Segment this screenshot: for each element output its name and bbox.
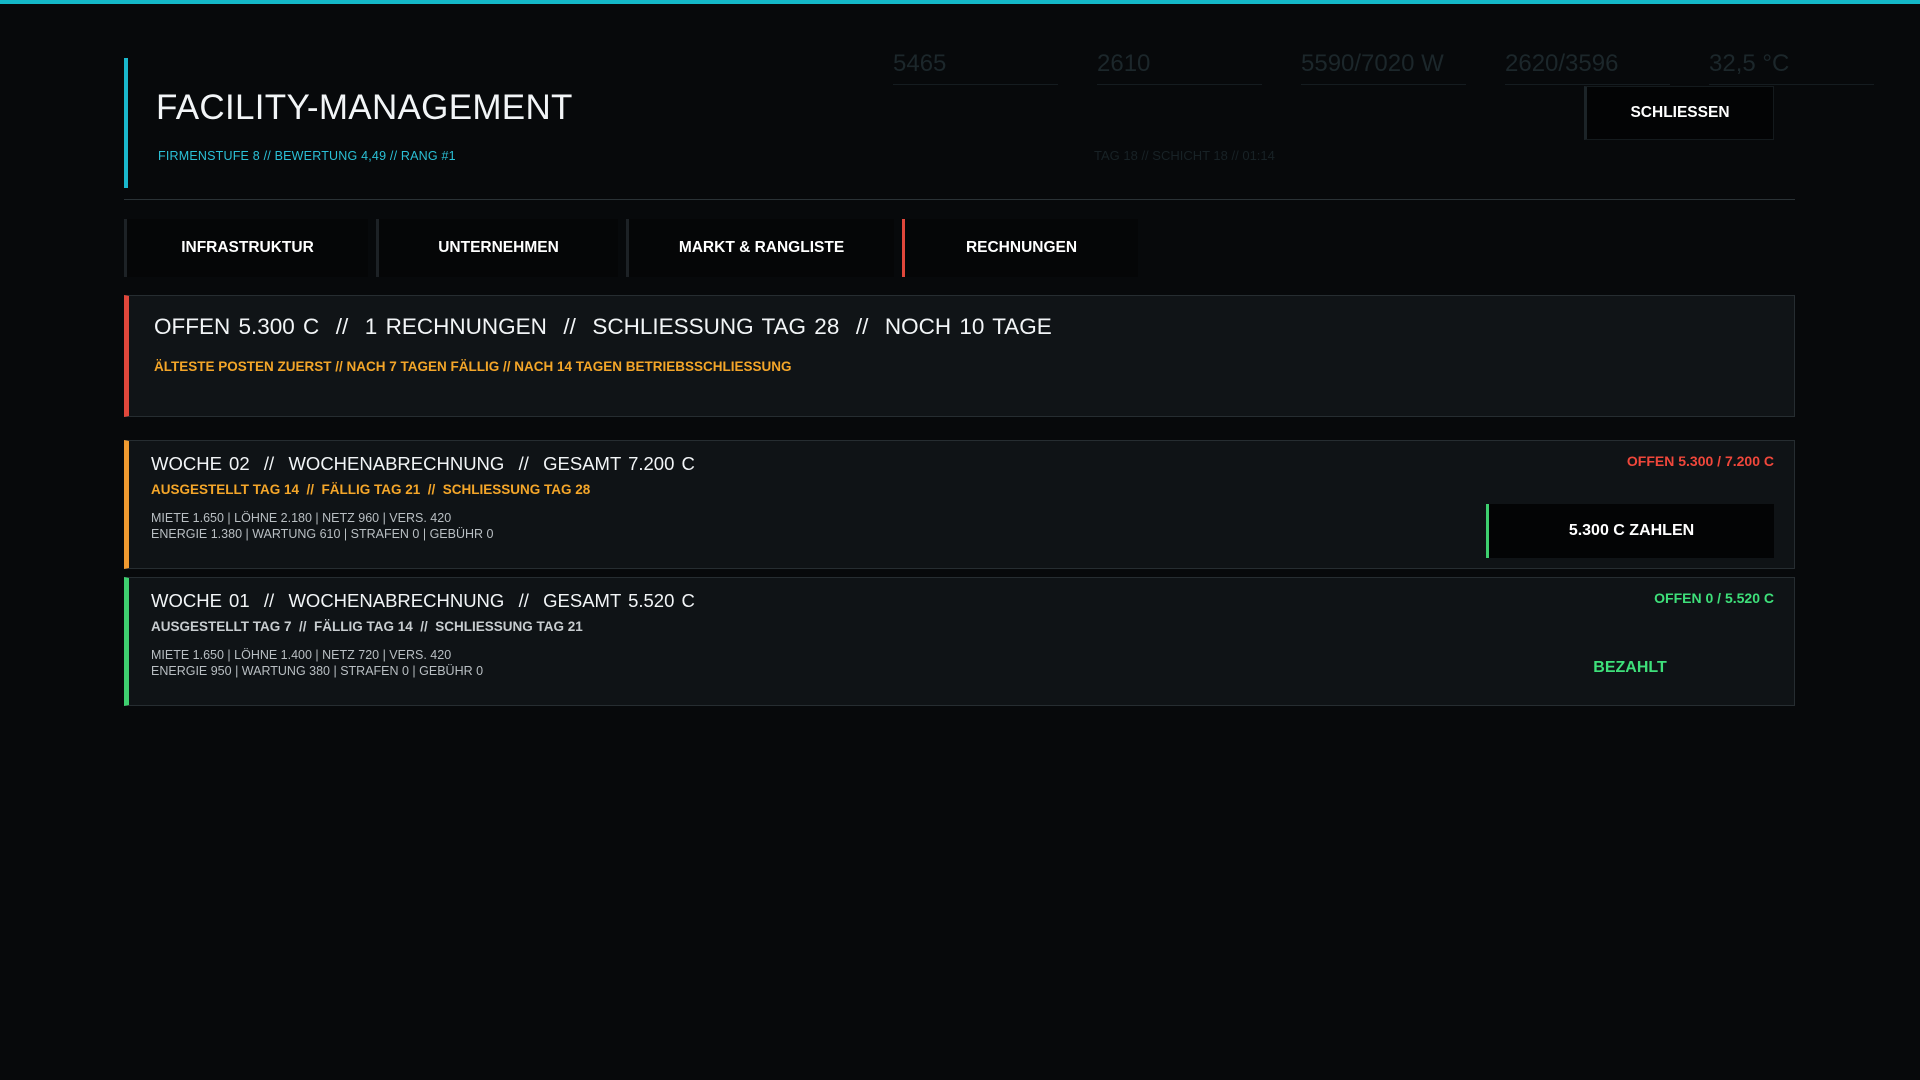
header-accent-bar bbox=[124, 58, 128, 188]
top-accent-line bbox=[0, 0, 1920, 4]
tab-bar: INFRASTRUKTUR UNTERNEHMEN MARKT & RANGLI… bbox=[124, 219, 1138, 277]
invoice-title: WOCHE 01 // WOCHENABRECHNUNG // GESAMT 5… bbox=[151, 590, 695, 611]
close-button[interactable]: SCHLIESSEN bbox=[1584, 86, 1774, 140]
tab-unternehmen[interactable]: UNTERNEHMEN bbox=[376, 219, 618, 277]
invoice-breakdown-1: MIETE 1.650 | LÖHNE 2.180 | NETZ 960 | V… bbox=[151, 511, 452, 525]
invoice-dates: AUSGESTELLT TAG 7 // FÄLLIG TAG 14 // SC… bbox=[151, 619, 583, 634]
page-subtitle: FIRMENSTUFE 8 // BEWERTUNG 4,49 // RANG … bbox=[158, 149, 456, 163]
invoice-breakdown-2: ENERGIE 950 | WARTUNG 380 | STRAFEN 0 | … bbox=[151, 664, 484, 678]
invoice-title: WOCHE 02 // WOCHENABRECHNUNG // GESAMT 7… bbox=[151, 453, 695, 474]
invoice-card: WOCHE 02 // WOCHENABRECHNUNG // GESAMT 7… bbox=[124, 440, 1795, 569]
invoice-status: OFFEN 0 / 5.520 C bbox=[1654, 590, 1774, 606]
summary-rules: ÄLTESTE POSTEN ZUERST // NACH 7 TAGEN FÄ… bbox=[154, 359, 792, 374]
invoice-status: OFFEN 5.300 / 7.200 C bbox=[1626, 453, 1774, 469]
tab-rechnungen[interactable]: RECHNUNGEN bbox=[902, 219, 1138, 277]
paid-label: BEZAHLT bbox=[1593, 659, 1667, 676]
invoice-dates: AUSGESTELLT TAG 14 // FÄLLIG TAG 21 // S… bbox=[151, 482, 591, 497]
invoice-breakdown-2: ENERGIE 1.380 | WARTUNG 610 | STRAFEN 0 … bbox=[151, 527, 494, 541]
modal-header: FACILITY-MANAGEMENT FIRMENSTUFE 8 // BEW… bbox=[124, 58, 1794, 188]
invoice-summary-panel: OFFEN 5.300 C // 1 RECHNUNGEN // SCHLIES… bbox=[124, 295, 1795, 417]
page-title: FACILITY-MANAGEMENT bbox=[156, 88, 573, 127]
tab-infrastruktur[interactable]: INFRASTRUKTUR bbox=[124, 219, 368, 277]
invoice-card: WOCHE 01 // WOCHENABRECHNUNG // GESAMT 5… bbox=[124, 577, 1795, 706]
summary-title: OFFEN 5.300 C // 1 RECHNUNGEN // SCHLIES… bbox=[154, 314, 1052, 339]
invoice-breakdown-1: MIETE 1.650 | LÖHNE 1.400 | NETZ 720 | V… bbox=[151, 648, 452, 662]
tab-markt-rangliste[interactable]: MARKT & RANGLISTE bbox=[626, 219, 894, 277]
pay-invoice-button[interactable]: 5.300 C ZAHLEN bbox=[1486, 504, 1774, 558]
header-divider bbox=[124, 199, 1795, 200]
